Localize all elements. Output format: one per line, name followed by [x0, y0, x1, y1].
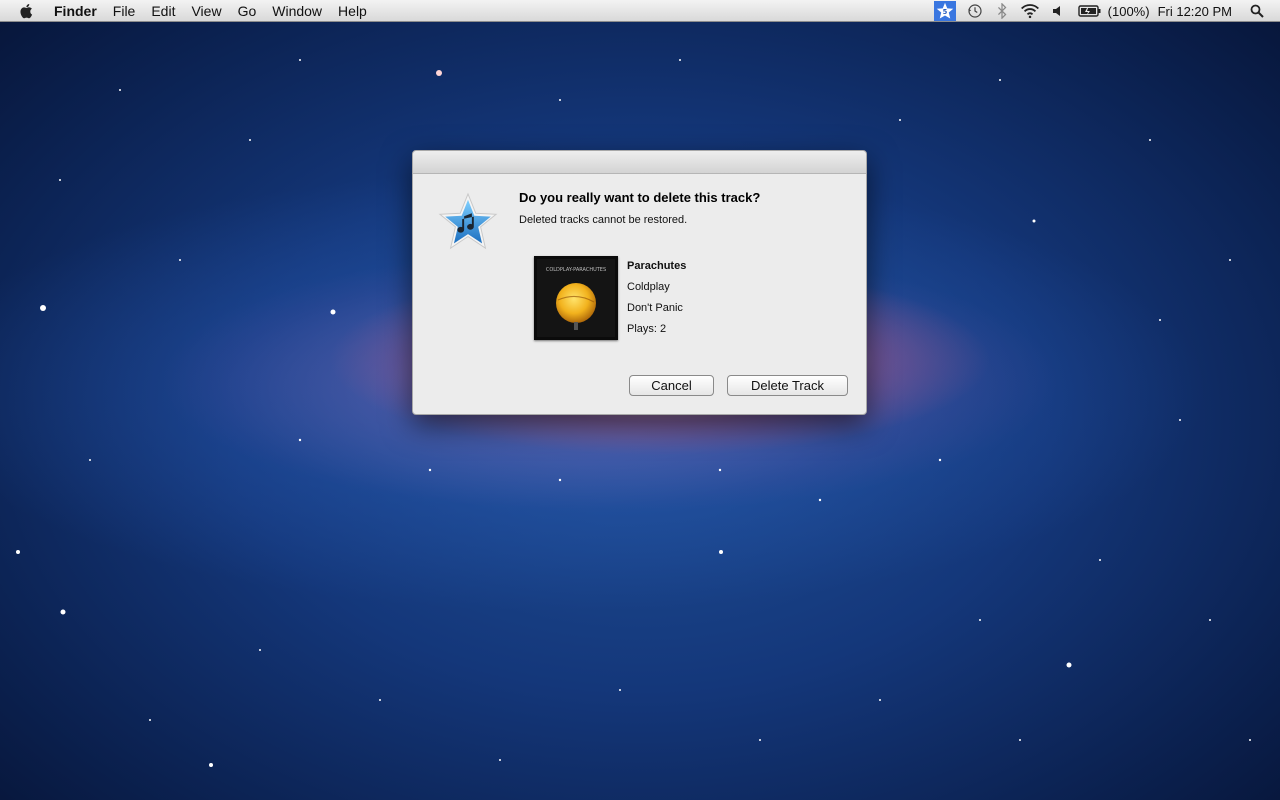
battery-icon[interactable]: [1077, 4, 1102, 18]
menu-bar: Finder File Edit View Go Window Help 5 (…: [0, 0, 1280, 22]
menu-clock[interactable]: Fri 12:20 PM: [1158, 4, 1232, 19]
music-star-app-icon: [438, 192, 498, 250]
battery-percentage[interactable]: (100%): [1108, 4, 1150, 19]
apple-menu-icon[interactable]: [18, 2, 36, 20]
menu-window[interactable]: Window: [264, 0, 330, 22]
cancel-button[interactable]: Cancel: [629, 375, 714, 396]
artwork-caption: COLDPLAY-PARACHUTES: [546, 267, 606, 273]
menu-bar-left: Finder File Edit View Go Window Help: [0, 0, 375, 22]
delete-track-dialog: Do you really want to delete this track?…: [412, 150, 867, 415]
bluetooth-icon[interactable]: [996, 3, 1008, 19]
menu-edit[interactable]: Edit: [143, 0, 183, 22]
badge-count: 5: [942, 8, 947, 16]
track-artist: Coldplay: [627, 281, 670, 293]
dialog-heading: Do you really want to delete this track?: [519, 190, 761, 205]
track-song: Don't Panic: [627, 302, 683, 314]
menu-bar-status: 5 (100%) Fri 12:20 PM: [933, 0, 1270, 22]
album-artwork: COLDPLAY-PARACHUTES: [534, 256, 618, 340]
menu-view[interactable]: View: [183, 0, 229, 22]
menu-file[interactable]: File: [105, 0, 144, 22]
wifi-icon[interactable]: [1020, 3, 1040, 19]
menu-go[interactable]: Go: [230, 0, 265, 22]
dialog-message: Deleted tracks cannot be restored.: [519, 214, 688, 226]
dialog-titlebar[interactable]: [413, 151, 866, 174]
time-machine-icon[interactable]: [966, 2, 984, 20]
track-play-count: Plays: 2: [627, 323, 667, 335]
track-info: Parachutes Coldplay Don't Panic Plays: 2: [627, 259, 686, 343]
menu-extra-star-badge[interactable]: 5: [933, 1, 956, 21]
star-badge-icon: 5: [936, 2, 953, 19]
track-album-title: Parachutes: [627, 260, 687, 272]
delete-track-button[interactable]: Delete Track: [727, 375, 848, 396]
spotlight-search-icon[interactable]: [1250, 4, 1264, 18]
volume-icon[interactable]: [1052, 4, 1066, 18]
menu-app-name[interactable]: Finder: [46, 0, 105, 22]
menu-help[interactable]: Help: [330, 0, 375, 22]
